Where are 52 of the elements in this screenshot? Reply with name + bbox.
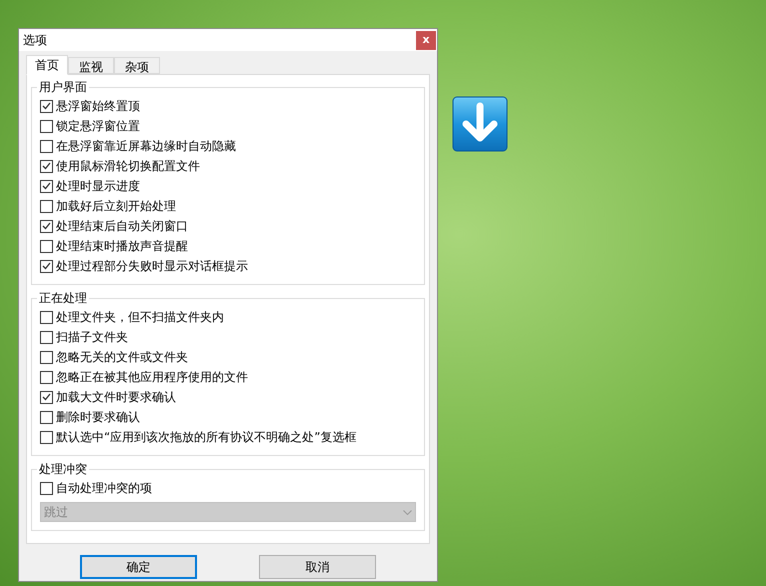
checkbox[interactable]	[40, 410, 53, 424]
checkbox-label[interactable]: 删除时要求确认	[56, 408, 140, 426]
group-title: 用户界面	[37, 79, 89, 95]
group-title: 处理冲突	[37, 461, 89, 477]
checkbox-label[interactable]: 在悬浮窗靠近屏幕边缘时自动隐藏	[56, 137, 236, 155]
checkbox[interactable]	[40, 240, 53, 252]
dropdown-value: 跳过	[44, 504, 68, 521]
checkbox-label[interactable]: 扫描子文件夹	[56, 328, 128, 346]
checkbox[interactable]	[40, 260, 53, 272]
checkmark-icon	[42, 262, 51, 270]
tab[interactable]: 杂项	[114, 57, 160, 74]
checkbox[interactable]	[40, 330, 53, 344]
checkbox-label[interactable]: 忽略正在被其他应用程序使用的文件	[56, 368, 248, 386]
checkbox[interactable]	[40, 482, 53, 494]
checkbox[interactable]	[40, 180, 53, 192]
checkbox-label[interactable]: 自动处理冲突的项	[56, 479, 152, 497]
group-title: 正在处理	[37, 290, 89, 306]
tab[interactable]: 首页	[26, 55, 68, 75]
checkbox[interactable]	[40, 390, 53, 404]
checkbox-label[interactable]: 处理结束时播放声音提醒	[56, 237, 188, 255]
checkbox[interactable]	[40, 310, 53, 324]
window-title: 选项	[22, 32, 47, 49]
checkbox[interactable]	[40, 350, 53, 364]
checkmark-icon	[42, 393, 51, 401]
chevron-down-icon	[403, 510, 412, 514]
checkbox-label[interactable]: 处理结束后自动关闭窗口	[56, 217, 188, 235]
dialog-button[interactable]: 取消	[259, 555, 376, 579]
checkbox-label[interactable]: 使用鼠标滑轮切换配置文件	[56, 157, 200, 175]
checkbox[interactable]	[40, 220, 53, 232]
checkbox[interactable]	[40, 430, 53, 444]
checkmark-icon	[42, 162, 51, 170]
checkbox[interactable]	[40, 100, 53, 112]
close-button[interactable]: x	[416, 30, 436, 50]
checkbox-label[interactable]: 加载大文件时要求确认	[56, 388, 176, 406]
checkbox-label[interactable]: 默认选中“应用到该次拖放的所有协议不明确之处”复选框	[56, 428, 356, 446]
checkbox[interactable]	[40, 160, 53, 172]
checkbox-label[interactable]: 悬浮窗始终置顶	[56, 97, 140, 115]
checkbox[interactable]	[40, 120, 53, 132]
checkmark-icon	[42, 182, 51, 190]
checkbox-label[interactable]: 处理过程部分失败时显示对话框提示	[56, 257, 248, 275]
tab[interactable]: 监视	[68, 57, 114, 74]
checkbox[interactable]	[40, 200, 53, 212]
checkbox-label[interactable]: 处理文件夹，但不扫描文件夹内	[56, 308, 224, 326]
checkbox-label[interactable]: 忽略无关的文件或文件夹	[56, 348, 188, 366]
checkmark-icon	[42, 222, 51, 230]
checkmark-icon	[42, 102, 51, 110]
checkbox-label[interactable]: 处理时显示进度	[56, 177, 140, 195]
checkbox-label[interactable]: 锁定悬浮窗位置	[56, 117, 140, 135]
checkbox[interactable]	[40, 140, 53, 152]
dialog-button[interactable]: 确定	[80, 555, 197, 579]
checkbox-label[interactable]: 加载好后立刻开始处理	[56, 197, 176, 215]
checkbox[interactable]	[40, 370, 53, 384]
